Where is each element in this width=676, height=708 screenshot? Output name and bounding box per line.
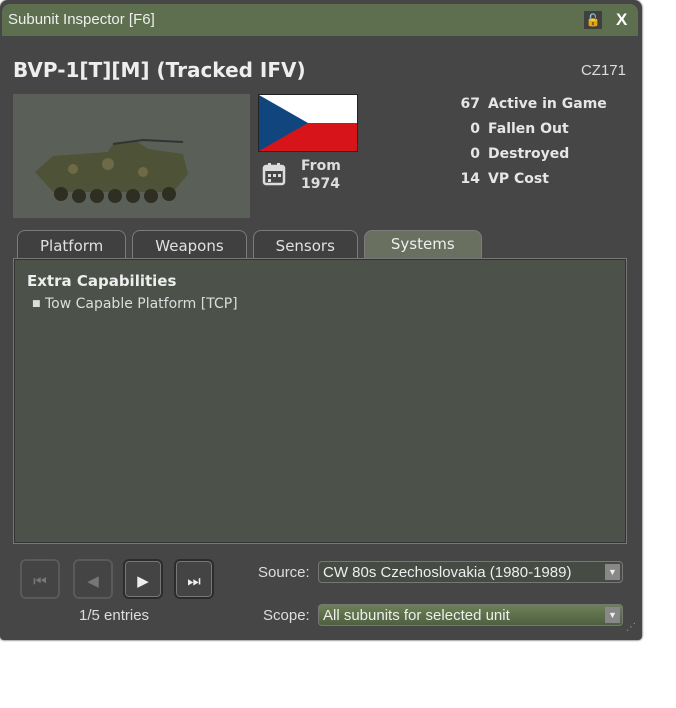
panel-heading: Extra Capabilities [27,272,177,290]
stat-label: Destroyed [488,146,570,162]
unit-code: CZ171 [580,62,626,79]
tab-sensors[interactable]: Sensors [252,230,358,259]
window-title: Subunit Inspector [F6] [8,11,155,28]
from-label: From [301,158,341,174]
calendar-icon [262,163,286,186]
czech-flag-icon [258,94,358,152]
from-year: 1974 [301,176,340,192]
service-date: From 1974 [301,157,341,193]
stat-row: 14 VP Cost [440,169,607,194]
stat-value: 0 [470,146,480,162]
scope-value: All subunits for selected unit [323,607,510,624]
source-select[interactable]: CW 80s Czechoslovakia (1980-1989) ▼ [318,561,623,583]
stat-value: 0 [470,121,480,137]
stat-row: 67 Active in Game [440,94,607,119]
stat-value: 14 [460,171,480,187]
resize-grip-icon[interactable]: ⋰ [626,622,636,633]
tab-systems[interactable]: Systems [363,230,482,259]
lock-icon[interactable]: 🔓 [584,11,602,29]
stat-label: Active in Game [488,96,607,112]
stat-label: VP Cost [488,171,549,187]
chevron-down-icon[interactable]: ▼ [605,607,620,623]
scope-label: Scope: [263,607,310,624]
unit-stats: 67 Active in Game 0 Fallen Out 0 Destroyed … [440,94,607,194]
entries-count: 1/5 entries [79,607,150,624]
stat-row: 0 Destroyed [440,144,607,169]
title-bar[interactable]: Subunit Inspector [F6] 🔓 X [2,4,638,36]
first-entry-button[interactable]: ⏮ [20,559,60,599]
tab-weapons[interactable]: Weapons [132,230,247,259]
source-value: CW 80s Czechoslovakia (1980-1989) [323,564,572,581]
stat-label: Fallen Out [488,121,569,137]
close-button[interactable]: X [616,4,627,36]
last-entry-button[interactable]: ⏭ [174,559,214,599]
bullet-icon: ■ [32,299,41,309]
subunit-inspector-window: Subunit Inspector [F6] 🔓 X BVP-1[T][M] (… [0,0,642,640]
source-label: Source: [258,564,310,581]
stat-row: 0 Fallen Out [440,119,607,144]
previous-entry-button[interactable]: ◀ [73,559,113,599]
list-item: ■ Tow Capable Platform [TCP] [32,296,238,312]
scope-select[interactable]: All subunits for selected unit ▼ [318,604,623,626]
tab-platform[interactable]: Platform [17,230,127,259]
unit-name: BVP-1[T][M] (Tracked IFV) [13,58,306,82]
capability-label: Tow Capable Platform [TCP] [44,296,238,312]
chevron-down-icon[interactable]: ▼ [605,564,620,580]
stat-value: 67 [460,96,480,112]
tab-bar: Platform Weapons Sensors Systems [17,230,488,259]
next-entry-button[interactable]: ▶ [123,559,163,599]
vehicle-image [13,94,250,218]
systems-panel: Extra Capabilities ■ Tow Capable Platfor… [13,258,627,544]
